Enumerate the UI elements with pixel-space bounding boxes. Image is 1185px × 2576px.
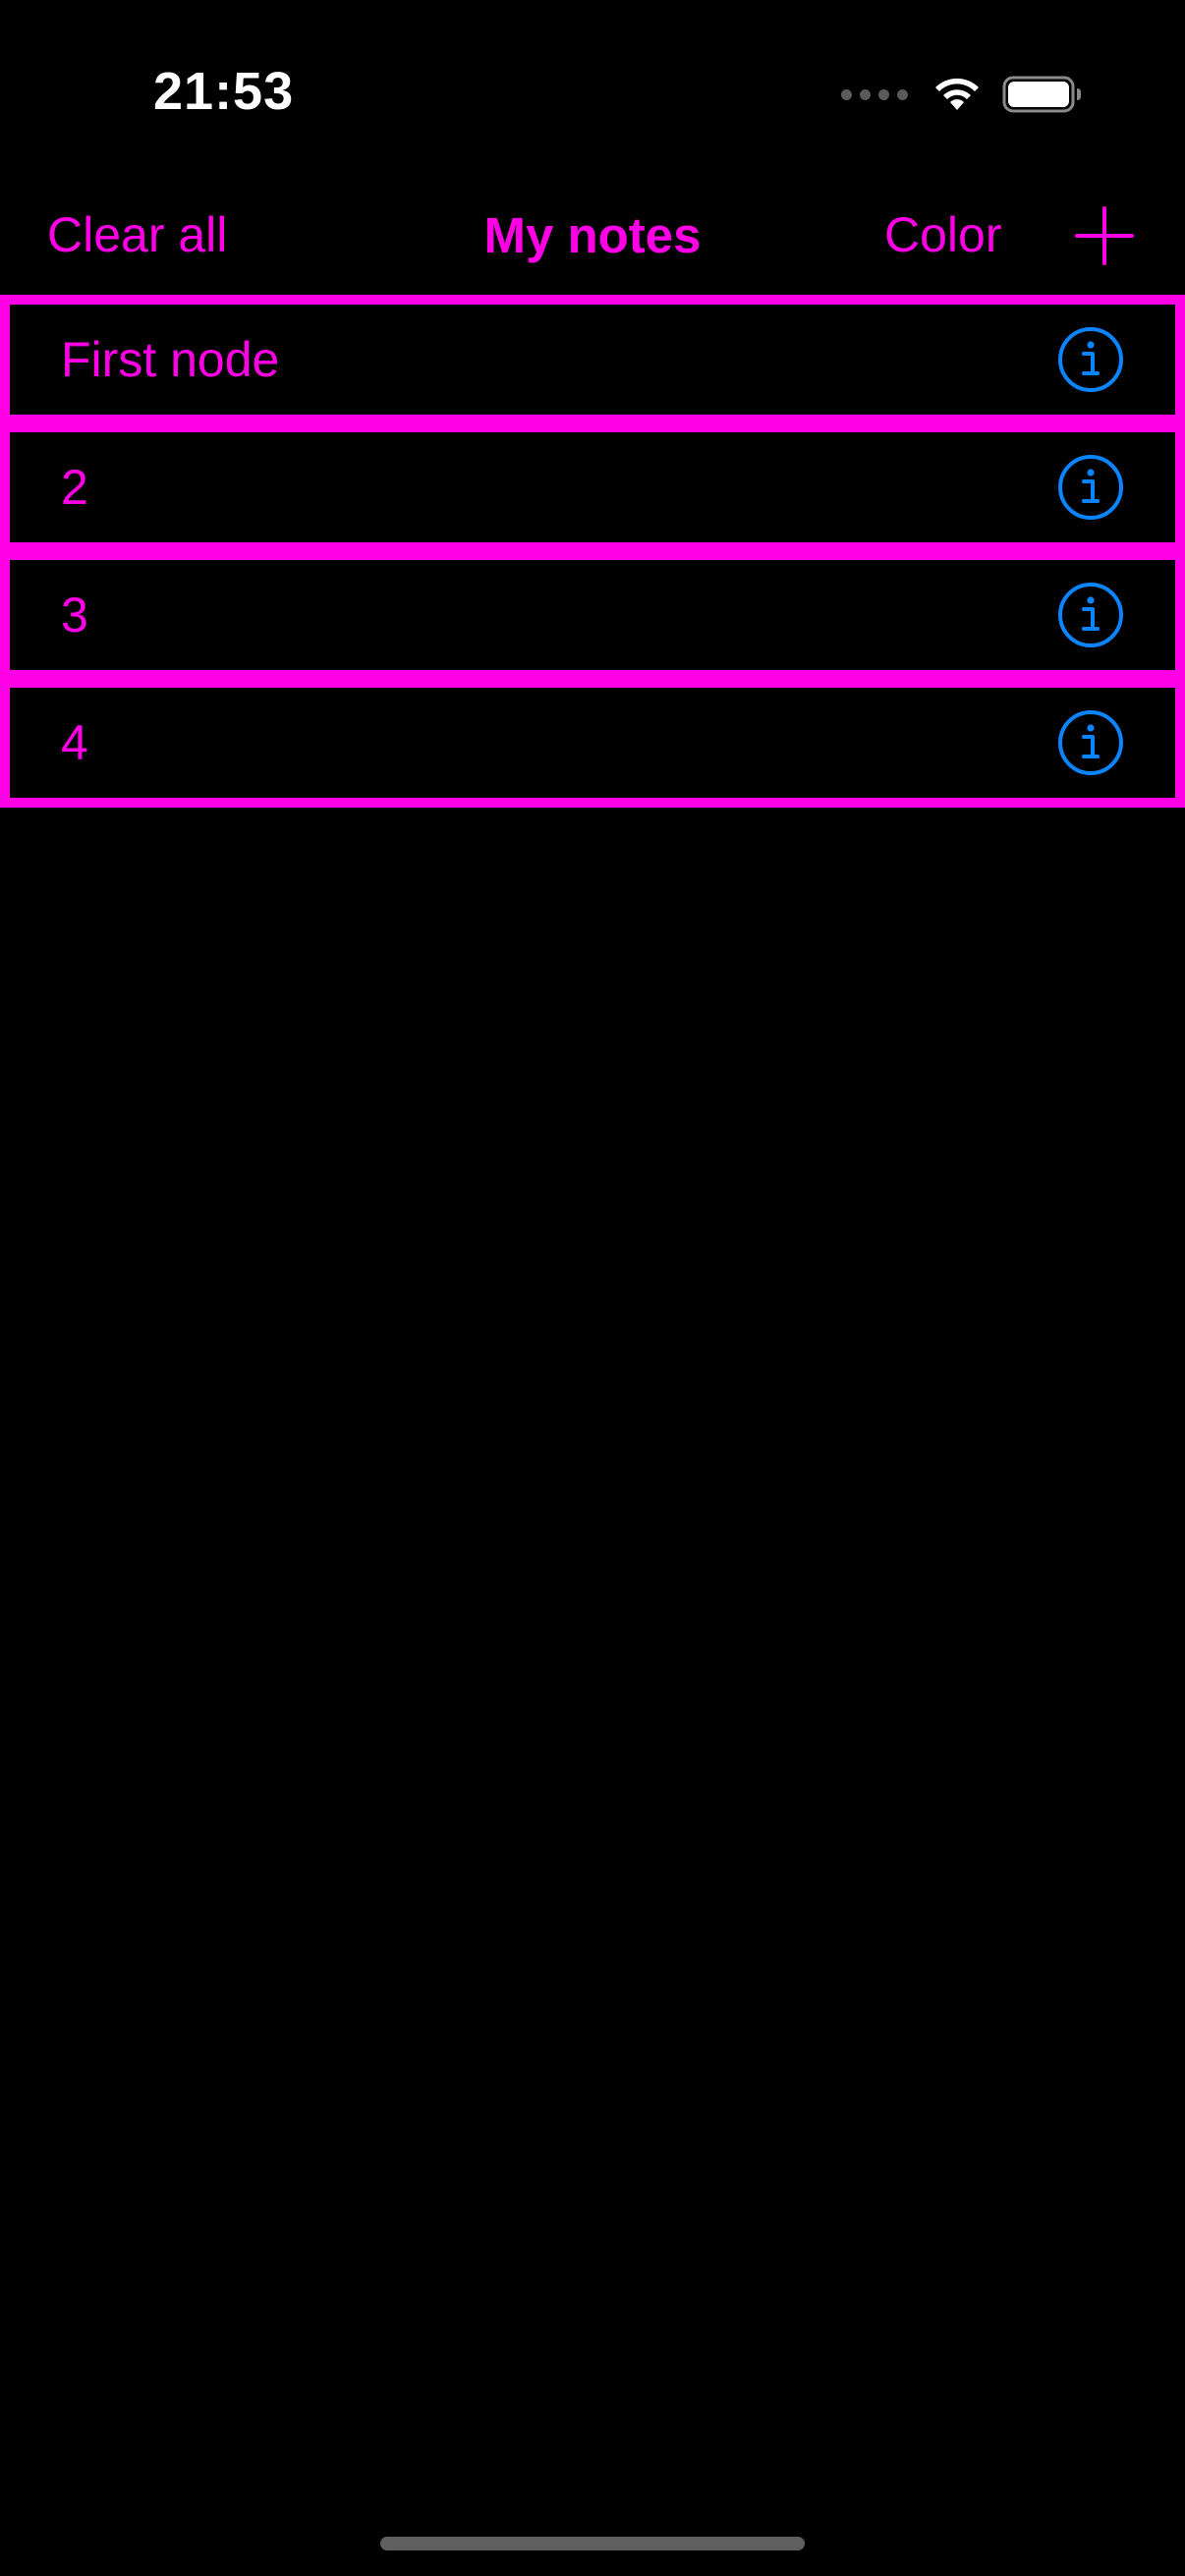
clear-all-button[interactable]: Clear all	[47, 206, 227, 263]
note-row[interactable]: 4	[0, 678, 1185, 808]
info-icon[interactable]	[1057, 709, 1124, 776]
navigation-bar: Clear all My notes Color	[0, 187, 1185, 295]
status-time: 21:53	[153, 62, 295, 121]
note-title: First node	[61, 332, 280, 387]
note-row[interactable]: 2	[0, 422, 1185, 552]
status-bar: 21:53	[0, 0, 1185, 187]
home-indicator[interactable]	[380, 2537, 805, 2550]
notes-list: First node 2 3 4	[0, 295, 1185, 808]
note-title: 4	[61, 715, 88, 770]
signal-dots-icon	[841, 88, 908, 100]
status-icons	[841, 73, 1083, 116]
color-button[interactable]: Color	[884, 206, 1001, 263]
note-title: 3	[61, 588, 88, 643]
info-icon[interactable]	[1057, 582, 1124, 648]
info-icon[interactable]	[1057, 326, 1124, 393]
note-row[interactable]: 3	[0, 550, 1185, 680]
note-title: 2	[61, 460, 88, 515]
note-row[interactable]: First node	[0, 295, 1185, 424]
battery-icon	[1002, 76, 1081, 113]
plus-icon[interactable]	[1073, 204, 1136, 267]
info-icon[interactable]	[1057, 454, 1124, 521]
wifi-icon	[935, 78, 979, 110]
